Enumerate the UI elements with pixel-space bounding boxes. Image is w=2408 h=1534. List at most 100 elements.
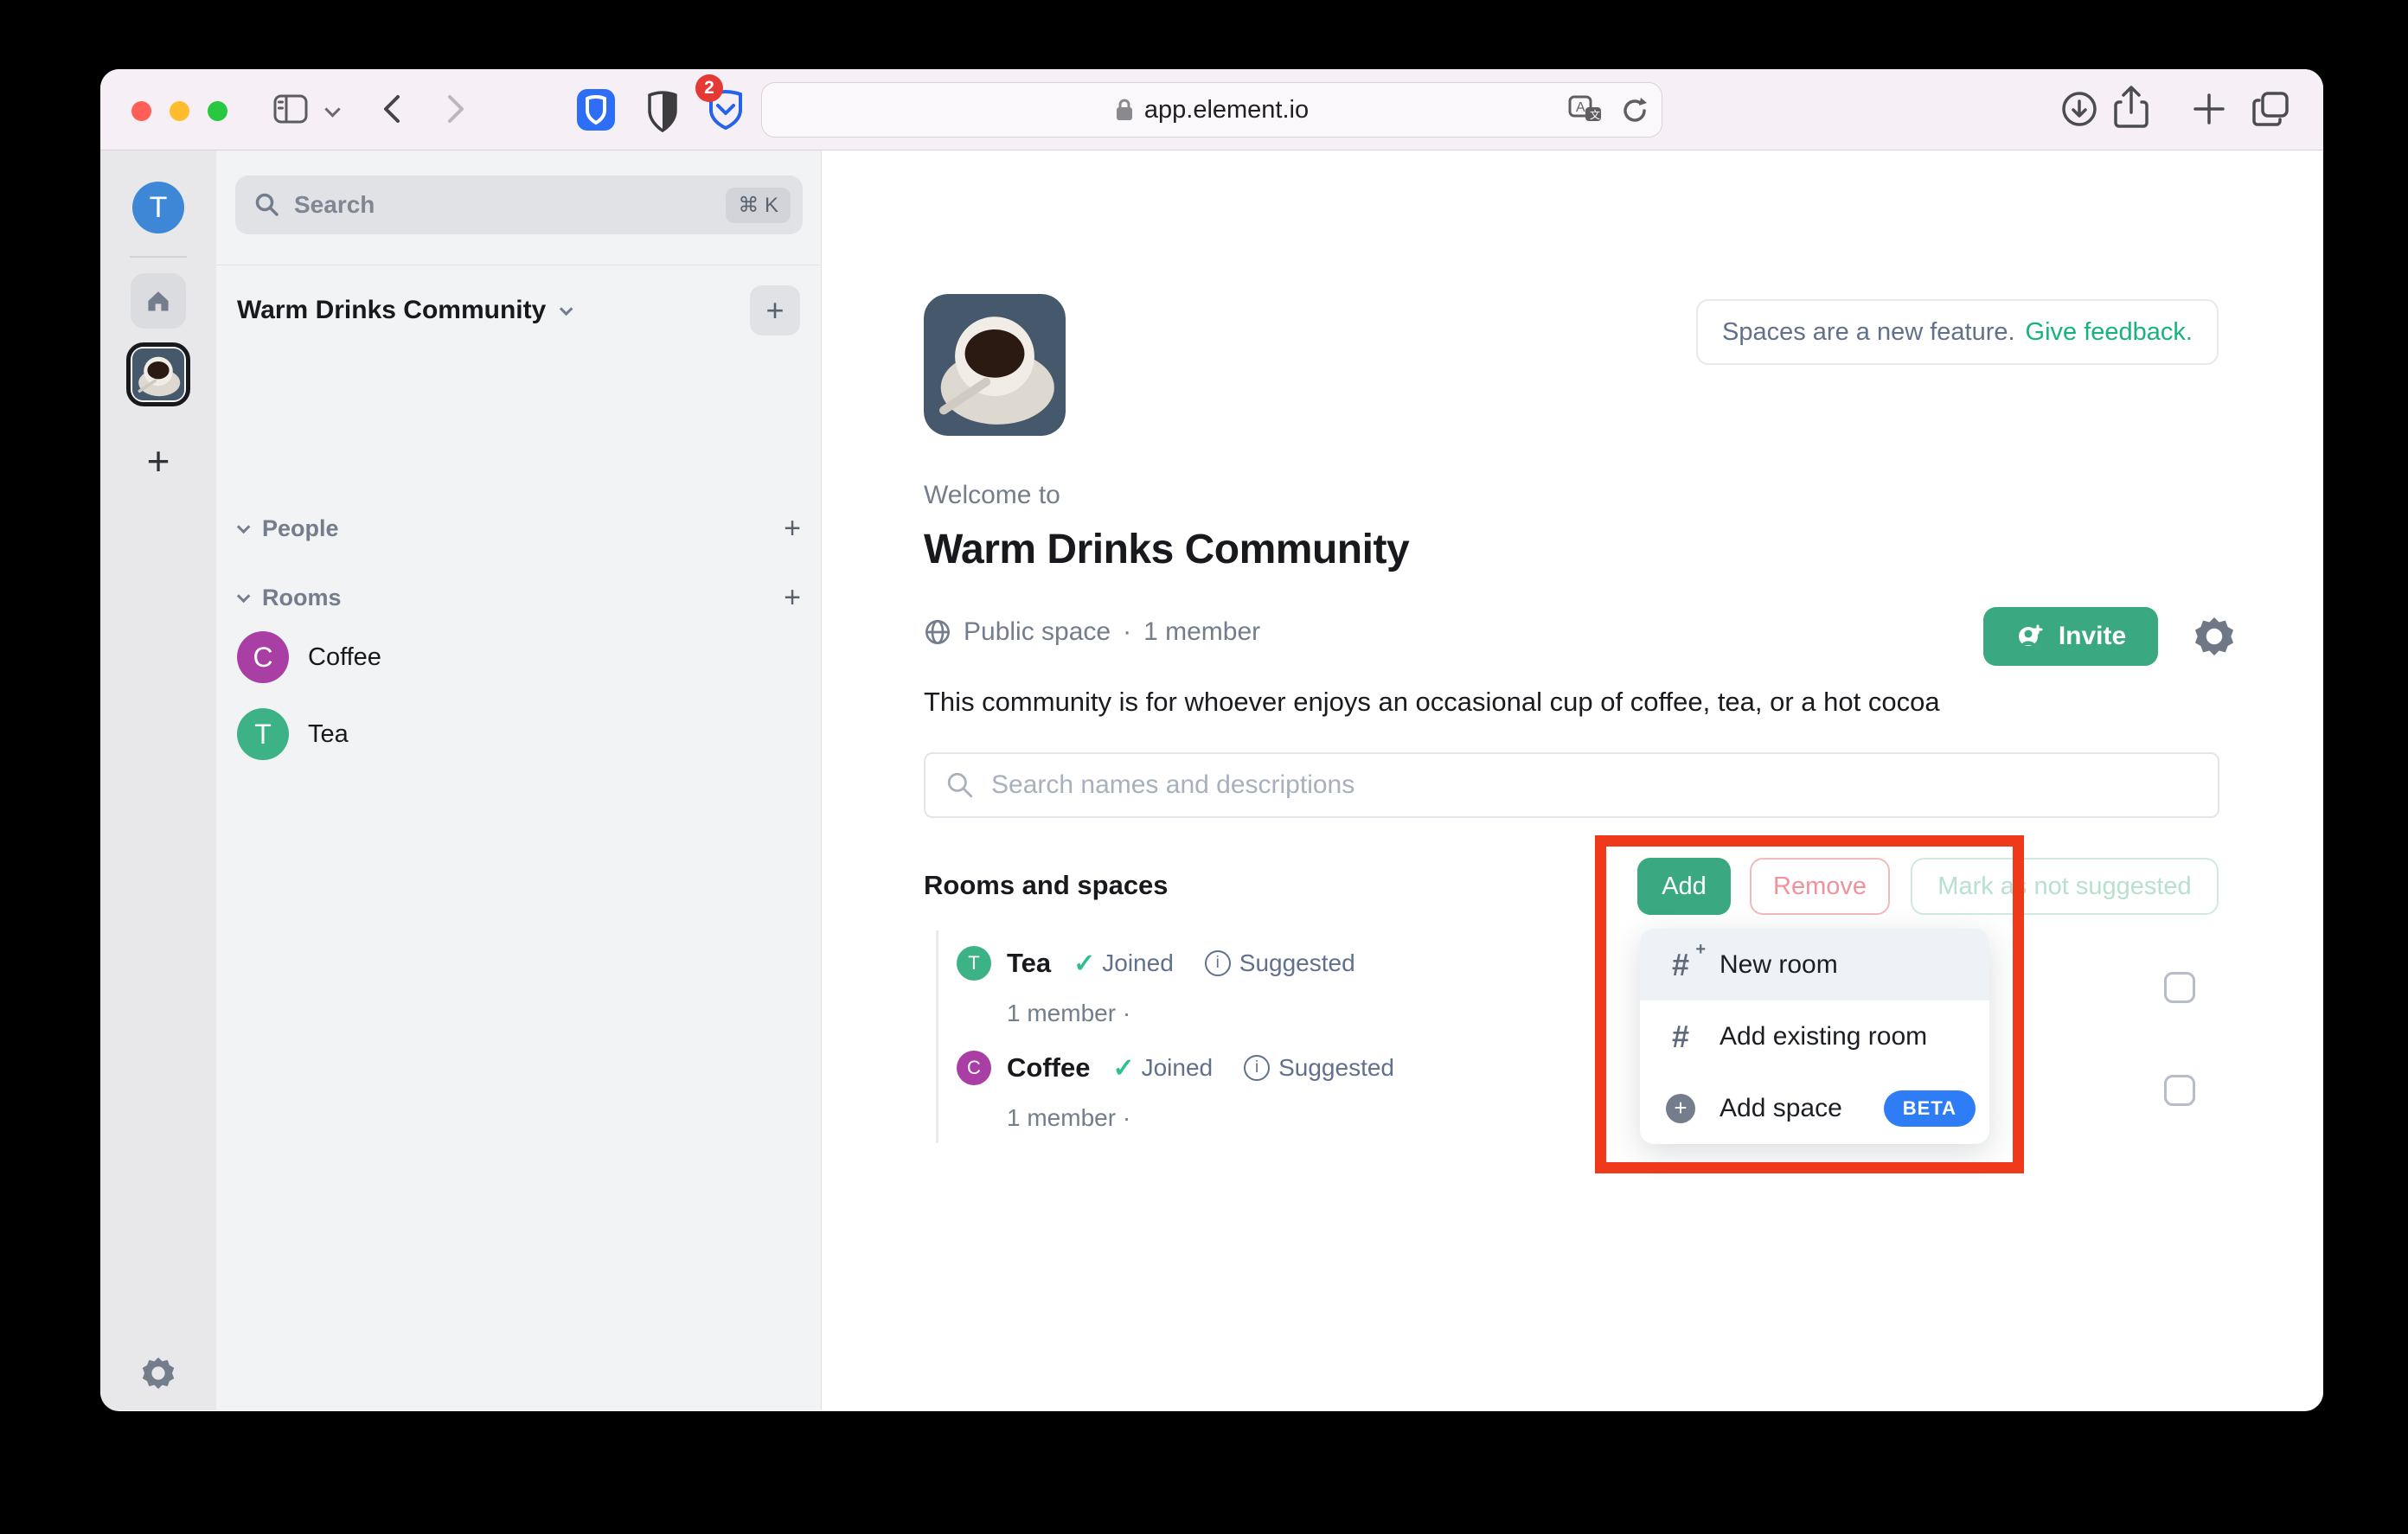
space-meta-row: Public space · 1 member: [924, 617, 1260, 647]
room-name-label: Tea: [308, 720, 349, 749]
add-dropdown-menu: #+ New room # Add existing room + Add sp…: [1640, 929, 1989, 1144]
room-row-meta: 1 member ·: [1007, 1104, 1130, 1132]
url-text: app.element.io: [1144, 96, 1309, 125]
coffee-space-avatar: [132, 348, 184, 400]
rooms-search-placeholder: Search names and descriptions: [991, 770, 1354, 800]
active-space-button[interactable]: [126, 342, 190, 406]
share-button[interactable]: [2112, 85, 2150, 131]
rooms-search-input[interactable]: Search names and descriptions: [924, 752, 2219, 818]
search-shortcut-badge: ⌘ K: [726, 188, 791, 223]
home-button[interactable]: [131, 273, 186, 329]
close-window-button[interactable]: [131, 101, 151, 121]
rooms-section-label: Rooms: [262, 585, 768, 611]
meta-separator: ·: [1123, 617, 1131, 647]
room-row-name: Coffee: [1007, 1052, 1090, 1083]
room-list-panel: Search ⌘ K Warm Drinks Community + Peopl…: [216, 150, 822, 1410]
invite-person-icon: [2015, 622, 2045, 651]
add-people-button[interactable]: +: [784, 512, 801, 546]
space-name-header[interactable]: Warm Drinks Community: [237, 296, 569, 325]
browser-titlebar: 2 app.element.io A文: [100, 69, 2323, 150]
sidebar-room-coffee[interactable]: C Coffee: [237, 631, 381, 683]
tab-overview-button[interactable]: [2251, 90, 2290, 128]
remove-button[interactable]: Remove: [1750, 858, 1890, 915]
check-icon: ✓: [1073, 949, 1095, 979]
page-title: Warm Drinks Community: [924, 526, 1409, 573]
banner-text: Spaces are a new feature.: [1722, 318, 2015, 347]
mark-not-suggested-button[interactable]: Mark as not suggested: [1911, 858, 2219, 915]
sidebar-toggle-icon[interactable]: [272, 90, 310, 128]
zoom-window-button[interactable]: [208, 101, 227, 121]
plus-circle-icon: +: [1664, 1094, 1697, 1123]
rooms-chevron-icon: [237, 590, 251, 604]
people-section-header[interactable]: People +: [237, 512, 801, 546]
people-chevron-icon: [237, 521, 251, 534]
address-bar[interactable]: app.element.io A文: [761, 82, 1662, 137]
check-icon: ✓: [1112, 1053, 1134, 1083]
downloads-button[interactable]: [2060, 90, 2098, 128]
chevron-down-icon: [560, 302, 573, 316]
translate-icon[interactable]: A文: [1568, 93, 1604, 128]
info-icon: i: [1244, 1055, 1270, 1081]
space-home-view: Spaces are a new feature. Give feedback.…: [822, 150, 2323, 1410]
sidebar-search-placeholder: Search: [294, 191, 712, 219]
add-room-button[interactable]: +: [784, 581, 801, 615]
invite-button[interactable]: Invite: [1983, 607, 2158, 666]
extension-badge: 2: [695, 74, 723, 102]
spaces-rail: T +: [100, 150, 216, 1410]
create-space-button[interactable]: +: [100, 438, 216, 484]
lock-icon: [1115, 97, 1134, 123]
space-room-row-coffee[interactable]: C Coffee ✓Joined iSuggested: [957, 1051, 1394, 1085]
sidebar-menu-chevron-icon[interactable]: [327, 104, 338, 119]
home-icon: [144, 286, 173, 316]
tea-room-avatar: T: [957, 946, 991, 981]
quick-settings-gear-icon[interactable]: [100, 1357, 216, 1390]
hash-icon: #: [1664, 1019, 1697, 1055]
forward-button[interactable]: [438, 88, 472, 130]
room-name-label: Coffee: [308, 643, 381, 672]
search-icon: [946, 771, 974, 799]
member-count-label: 1 member: [1143, 617, 1260, 647]
joined-status: ✓Joined: [1073, 949, 1174, 979]
room-row-meta: 1 member ·: [1007, 1000, 1130, 1027]
row-checkbox-tea[interactable]: [2164, 972, 2195, 1003]
shield-extension-icon[interactable]: [645, 90, 680, 133]
rail-divider: [130, 256, 187, 258]
svg-text:文: 文: [1590, 108, 1600, 121]
sidebar-search-input[interactable]: Search ⌘ K: [235, 176, 803, 234]
menu-item-new-room[interactable]: #+ New room: [1640, 929, 1989, 1000]
browser-window: 2 app.element.io A文: [100, 69, 2323, 1411]
space-description: This community is for whoever enjoys an …: [924, 687, 1940, 718]
svg-text:A: A: [1576, 100, 1585, 115]
info-icon: i: [1205, 950, 1231, 976]
new-tab-button[interactable]: [2190, 90, 2228, 128]
menu-item-add-space[interactable]: + Add space BETA: [1640, 1072, 1989, 1144]
space-name-label: Warm Drinks Community: [237, 296, 546, 325]
people-section-label: People: [262, 515, 768, 542]
tea-room-avatar: T: [237, 708, 289, 760]
welcome-label: Welcome to: [924, 481, 1060, 510]
sidebar-room-tea[interactable]: T Tea: [237, 708, 349, 760]
rooms-section-header[interactable]: Rooms +: [237, 581, 801, 615]
add-button[interactable]: Add: [1637, 858, 1731, 915]
space-avatar[interactable]: [924, 294, 1066, 436]
minimize-window-button[interactable]: [170, 101, 189, 121]
password-manager-extension-icon[interactable]: [574, 86, 618, 133]
space-settings-gear-icon[interactable]: [2188, 607, 2240, 666]
add-to-space-button[interactable]: +: [750, 285, 800, 336]
spaces-feedback-banner: Spaces are a new feature. Give feedback.: [1696, 299, 2219, 365]
invite-button-label: Invite: [2059, 622, 2126, 651]
give-feedback-link[interactable]: Give feedback.: [2026, 318, 2193, 347]
back-button[interactable]: [375, 88, 410, 130]
reload-icon[interactable]: [1620, 95, 1649, 126]
globe-icon: [924, 618, 951, 646]
beta-badge: BETA: [1884, 1090, 1976, 1127]
space-room-row-tea[interactable]: T Tea ✓Joined iSuggested: [957, 946, 1355, 981]
suggested-status: iSuggested: [1205, 949, 1355, 977]
user-avatar[interactable]: T: [132, 182, 184, 233]
coffee-room-avatar: C: [957, 1051, 991, 1085]
menu-item-add-existing-room[interactable]: # Add existing room: [1640, 1000, 1989, 1072]
coffee-room-avatar: C: [237, 631, 289, 683]
room-row-name: Tea: [1007, 948, 1051, 979]
row-checkbox-coffee[interactable]: [2164, 1075, 2195, 1106]
search-icon: [254, 192, 280, 218]
